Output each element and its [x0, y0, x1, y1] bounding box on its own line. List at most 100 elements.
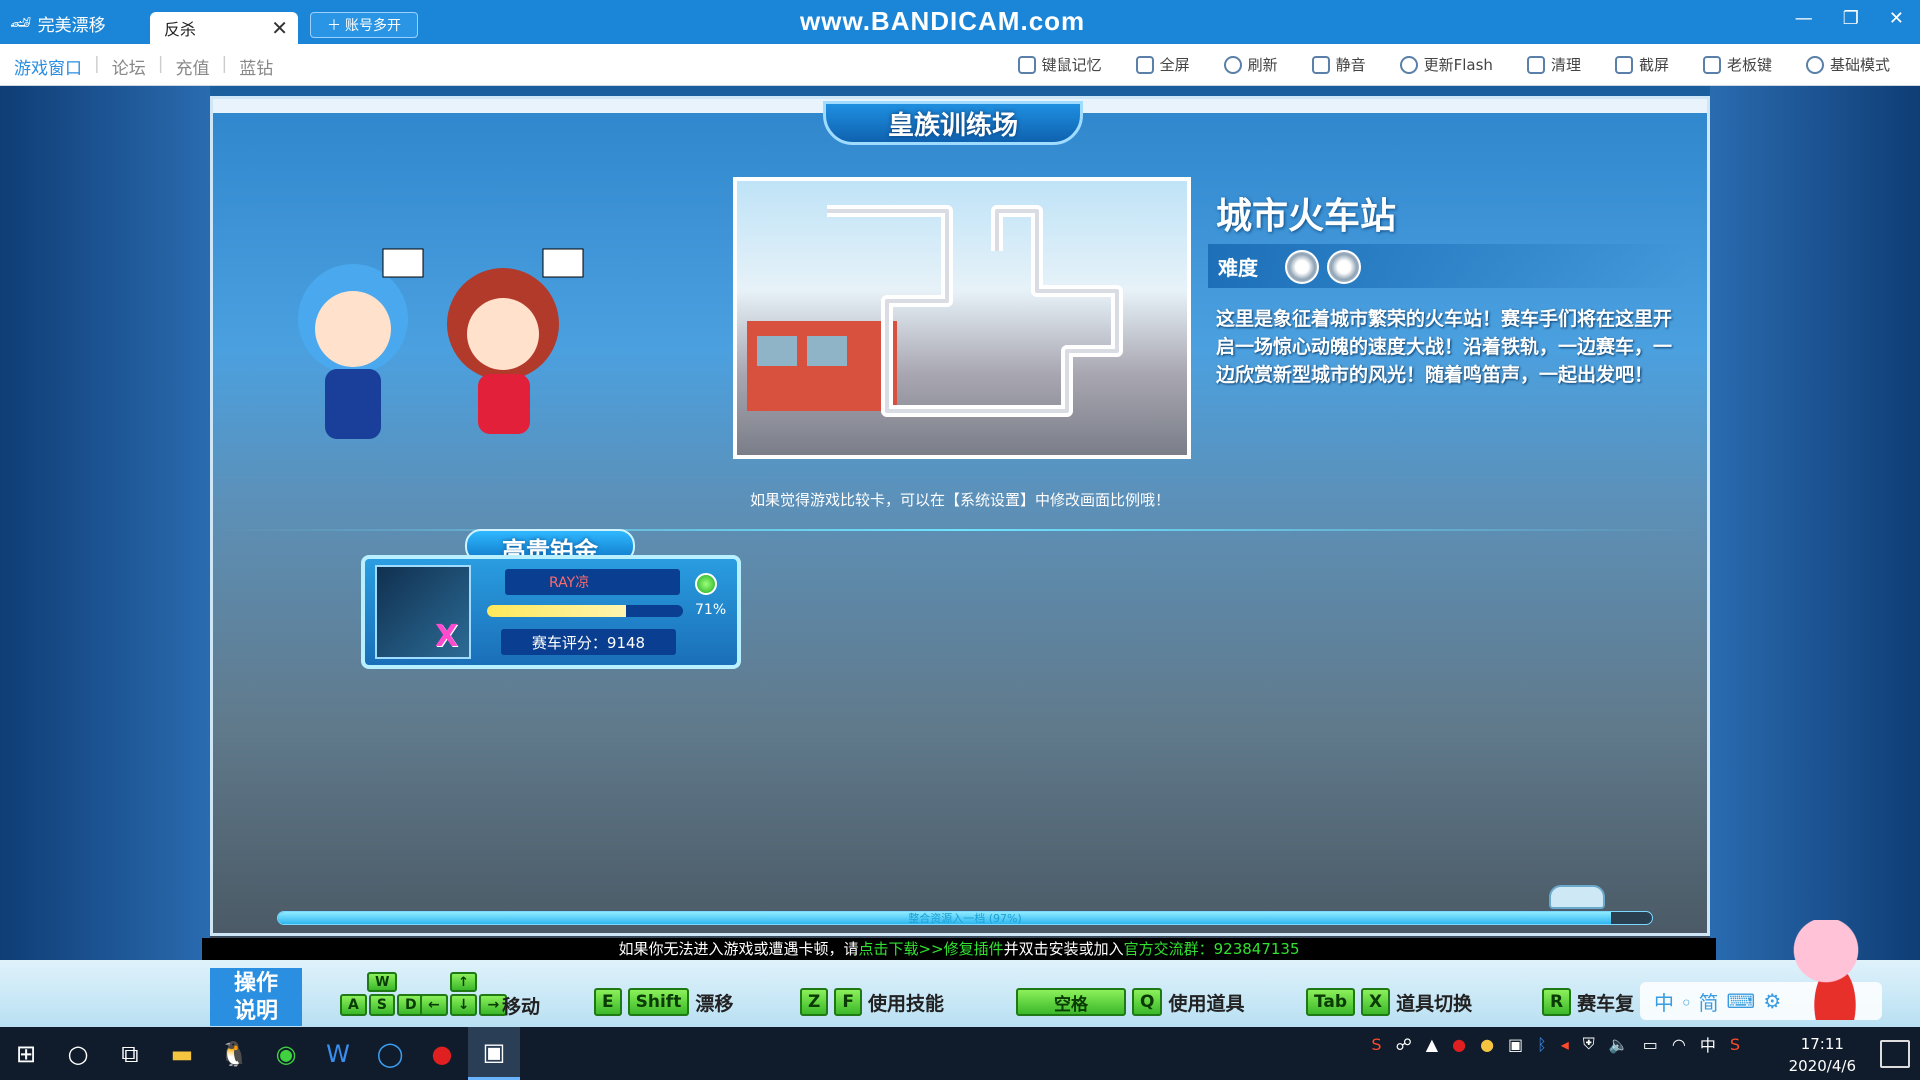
search-icon[interactable]: ○: [52, 1027, 104, 1080]
game-app-icon[interactable]: ▣: [468, 1027, 520, 1080]
mascot-characters: [298, 248, 584, 439]
player-card[interactable]: X RAY凉 71% 赛车评分：9148: [361, 555, 741, 669]
sogou-icon[interactable]: S: [1371, 1035, 1381, 1054]
controls-title-line2: 说明: [233, 999, 278, 1024]
tool-key-memory[interactable]: 键鼠记忆: [1017, 54, 1102, 75]
wifi-icon[interactable]: ◠: [1672, 1035, 1686, 1054]
nav-blue-diamond[interactable]: 蓝钻: [239, 54, 273, 79]
multi-account-label: 账号多开: [345, 18, 401, 34]
clock-date: 2020/4/6: [1788, 1057, 1856, 1075]
key-space: 空格: [1016, 988, 1126, 1016]
tab-label: 反杀: [164, 20, 197, 39]
close-window-icon[interactable]: ✕: [1889, 8, 1904, 29]
tool-boss-key[interactable]: 老板键: [1702, 54, 1772, 75]
refresh-icon: [1223, 55, 1242, 74]
controls-title-line1: 操作: [233, 971, 278, 996]
app-tab[interactable]: 🏎 完美漂移: [10, 10, 106, 36]
people-icon[interactable]: ☍: [1396, 1035, 1412, 1054]
arrow-keys: ↑ ← ↓ →: [420, 972, 508, 1016]
tool-mute[interactable]: 静音: [1311, 54, 1366, 75]
clock[interactable]: 17:11 2020/4/6: [1789, 1033, 1856, 1077]
tab-active[interactable]: 反杀 ✕: [150, 12, 298, 44]
windows-start-icon[interactable]: ⊞: [0, 1027, 52, 1080]
arrow-left-icon: ←: [420, 994, 448, 1016]
ime-mode[interactable]: 中: [1700, 1032, 1716, 1056]
nav-divider: |: [157, 54, 164, 74]
multi-account-button[interactable]: ＋ 账号多开: [310, 12, 418, 38]
trash-icon: [1526, 55, 1545, 74]
item-control: 空格 Q 使用道具: [1016, 988, 1244, 1016]
volume-icon[interactable]: 🔈: [1609, 1035, 1629, 1054]
move-label: 移动: [502, 996, 541, 1018]
restore-icon[interactable]: ❐: [1843, 8, 1859, 29]
keyboard-memory-icon: [1017, 55, 1036, 74]
track-preview-image[interactable]: [733, 177, 1191, 459]
battery-icon[interactable]: ▭: [1643, 1035, 1658, 1054]
nav-game-window[interactable]: 游戏窗口: [14, 54, 82, 79]
security-icon[interactable]: ⛨: [1583, 1034, 1595, 1054]
record-icon[interactable]: ●: [1452, 1035, 1466, 1054]
notice-bar: 如果你无法进入游戏或遭遇卡顿，请点击下载>>修复插件并双击安装或加入官方交流群：…: [202, 938, 1716, 960]
skill-control: Z F 使用技能: [800, 988, 944, 1016]
loading-text: 整合资源入一档 (97%): [908, 912, 1022, 925]
reset-control: R 赛车复: [1542, 988, 1634, 1016]
tool-clean[interactable]: 清理: [1526, 54, 1581, 75]
tool-label: 键鼠记忆: [1041, 56, 1102, 74]
toolbar: 游戏窗口 | 论坛 | 充值 | 蓝钻 键鼠记忆 全屏 刷新 静音 更新Flas…: [0, 44, 1920, 86]
track-description: 这里是象征着城市繁荣的火车站！赛车手们将在这里开启一场惊心动魄的速度大战！沿着铁…: [1216, 308, 1673, 386]
right-decor: [1710, 86, 1920, 1027]
key-q: Q: [1132, 988, 1163, 1016]
file-explorer-icon[interactable]: ▬: [156, 1027, 208, 1080]
tool-screenshot[interactable]: 截屏: [1614, 54, 1669, 75]
qq-group-link[interactable]: 官方交流群：923847135: [1124, 940, 1300, 958]
arrow-down-icon: ↓: [449, 994, 478, 1016]
tray-window-icon[interactable]: ▣: [1508, 1035, 1523, 1054]
tool-label: 老板键: [1726, 56, 1772, 74]
wasd-keys: W A S D: [340, 972, 425, 1016]
nav-forum[interactable]: 论坛: [112, 54, 146, 79]
notification-center-icon[interactable]: [1880, 1040, 1910, 1068]
wechat-icon[interactable]: ◉: [260, 1027, 312, 1080]
switch-label: 道具切换: [1396, 992, 1473, 1015]
qq-icon[interactable]: 🐧: [208, 1027, 260, 1080]
task-view-icon[interactable]: ⧉: [104, 1027, 156, 1080]
tray-ball-icon[interactable]: ●: [1480, 1035, 1494, 1054]
ratio-hint: 如果觉得游戏比较卡，可以在【系统设置】中修改画面比例哦！: [749, 491, 1170, 509]
tool-basic-mode[interactable]: 基础模式: [1805, 54, 1890, 75]
screenshot-icon: [1614, 55, 1633, 74]
repair-plugin-link[interactable]: 点击下载>>修复插件: [858, 940, 1003, 958]
keyboard-icon[interactable]: ⌨: [1727, 989, 1756, 1013]
car-score: 赛车评分：9148: [501, 629, 676, 655]
ime-text: 中 ◦ 简: [1654, 990, 1719, 1015]
key-z: Z: [800, 988, 829, 1016]
minimize-icon[interactable]: —: [1795, 8, 1813, 29]
tool-refresh[interactable]: 刷新: [1223, 54, 1278, 75]
key-w: W: [367, 972, 398, 992]
nav-recharge[interactable]: 充值: [175, 54, 209, 79]
peppa-pig-mascot: [1790, 920, 1880, 1020]
difficulty-label: 难度: [1218, 256, 1258, 280]
tool-label: 基础模式: [1829, 56, 1890, 74]
hint-divider: [213, 529, 1707, 531]
tool-update-flash[interactable]: 更新Flash: [1399, 54, 1493, 75]
panel-title: 皇族训练场: [823, 101, 1083, 145]
tray-speaker-alt-icon[interactable]: ◂: [1561, 1035, 1569, 1054]
player-progress-bar: [487, 605, 683, 617]
wps-icon[interactable]: W: [312, 1027, 364, 1080]
boss-key-icon: [1702, 55, 1721, 74]
difficulty-star-icon: [1285, 250, 1319, 284]
close-icon[interactable]: ✕: [271, 16, 288, 40]
settings-gear-icon[interactable]: ⚙: [1763, 989, 1781, 1013]
sogou-tray-icon[interactable]: S: [1730, 1035, 1740, 1054]
bandicam-icon[interactable]: ●: [416, 1027, 468, 1080]
tray-app-icon[interactable]: ▲: [1426, 1035, 1438, 1054]
basic-mode-icon: [1805, 55, 1824, 74]
left-nav: 游戏窗口 | 论坛 | 充值 | 蓝钻: [14, 54, 273, 79]
mute-icon: [1311, 55, 1330, 74]
nav-divider: |: [221, 54, 228, 74]
left-decor: [0, 86, 210, 1027]
bluetooth-icon[interactable]: ᛒ: [1537, 1035, 1547, 1054]
tool-fullscreen[interactable]: 全屏: [1135, 54, 1190, 75]
browser-icon[interactable]: ◯: [364, 1027, 416, 1080]
tool-label: 截屏: [1638, 56, 1669, 74]
